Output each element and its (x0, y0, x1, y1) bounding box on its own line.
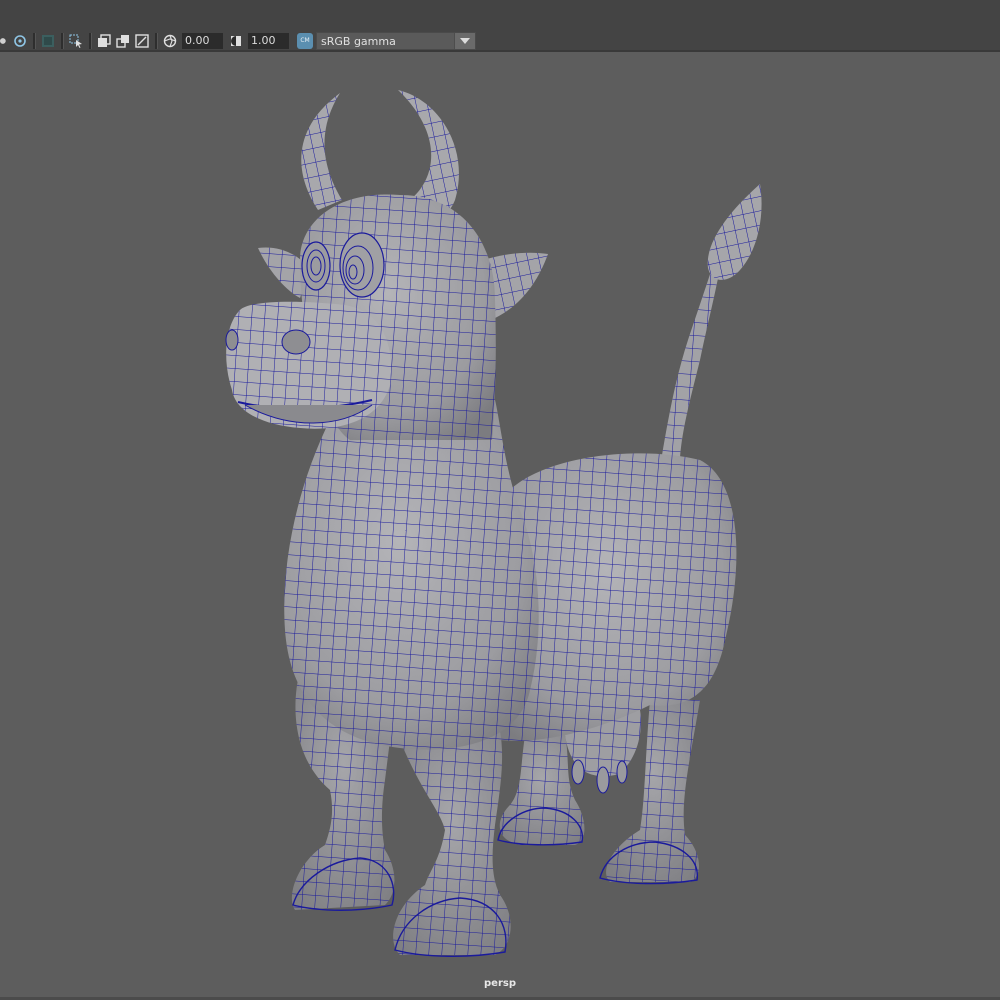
camera-name-label: persp (484, 978, 516, 989)
gamma-field[interactable]: 1.00 (248, 33, 289, 49)
toolbar-separator (61, 33, 64, 49)
wireframe-icon[interactable] (114, 32, 132, 50)
muzzle (225, 301, 392, 429)
color-space-dropdown[interactable]: sRGB gamma (316, 32, 476, 50)
cow-mesh[interactable] (0, 52, 1000, 1000)
maya-window: 0.00 1.00 CM sRGB gamma persp (0, 0, 1000, 1000)
exposure-icon[interactable] (161, 32, 179, 50)
isolate-icon[interactable] (11, 32, 29, 50)
exposure-field[interactable]: 0.00 (182, 33, 223, 49)
3d-viewport[interactable]: persp (0, 52, 1000, 1000)
xray-icon[interactable] (95, 32, 113, 50)
tail (662, 184, 762, 458)
color-space-label: sRGB gamma (321, 34, 396, 48)
resolution-gate-icon[interactable] (133, 32, 151, 50)
toolbar-separator (89, 33, 92, 49)
toolbar-row: 0.00 1.00 CM sRGB gamma (0, 31, 476, 51)
chevron-down-icon[interactable] (454, 33, 475, 49)
chest-neck (284, 400, 539, 750)
color-management-icon[interactable]: CM (297, 33, 313, 49)
toolbar-separator (155, 33, 158, 49)
menu-bar (0, 0, 1000, 15)
shading-icon[interactable] (0, 32, 10, 50)
toolbar-separator (33, 33, 36, 49)
gamma-icon[interactable] (227, 32, 245, 50)
grid-toggle-icon[interactable] (39, 32, 57, 50)
select-camera-icon[interactable] (67, 32, 85, 50)
panel-toolbar: 0.00 1.00 CM sRGB gamma (0, 14, 1000, 52)
